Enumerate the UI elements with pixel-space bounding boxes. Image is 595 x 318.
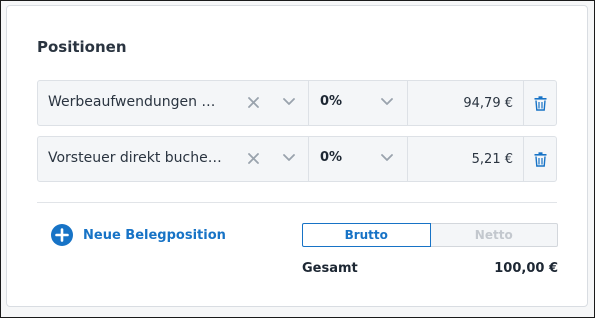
- delete-row-button[interactable]: [524, 137, 556, 181]
- amount-field[interactable]: 5,21 €: [408, 137, 524, 181]
- position-row: Vorsteuer direkt buchen abziehbare Vorst…: [37, 136, 557, 182]
- price-mode-toggle[interactable]: Brutto Netto: [302, 223, 558, 247]
- position-row: Werbeaufwendungen Werbeaufwendungen 0% 9…: [37, 80, 557, 126]
- plus-circle-icon[interactable]: [51, 224, 73, 246]
- total-value: 100,00 €: [494, 261, 558, 276]
- positions-card: Positionen Werbeaufwendungen Werbeaufwen…: [6, 5, 588, 307]
- tax-rate-value: 0%: [320, 94, 343, 109]
- tax-rate-value: 0%: [320, 150, 343, 165]
- chevron-down-icon[interactable]: [381, 98, 393, 106]
- netto-option[interactable]: Netto: [430, 223, 558, 247]
- chevron-down-icon[interactable]: [381, 154, 393, 162]
- category-value: Werbeaufwendungen Werbeaufwendungen: [48, 94, 228, 110]
- amount-value: 94,79 €: [463, 95, 513, 111]
- divider: [37, 202, 557, 203]
- chevron-down-icon[interactable]: [283, 98, 295, 106]
- amount-field[interactable]: 94,79 €: [408, 81, 524, 125]
- add-position-label: Neue Belegposition: [83, 227, 226, 243]
- amount-value: 5,21 €: [471, 151, 513, 167]
- section-title: Positionen: [37, 38, 127, 56]
- trash-icon[interactable]: [534, 151, 547, 167]
- trash-icon[interactable]: [534, 95, 547, 111]
- total-label: Gesamt: [302, 261, 358, 276]
- category-select[interactable]: Werbeaufwendungen Werbeaufwendungen: [38, 81, 309, 125]
- close-icon[interactable]: [248, 97, 259, 108]
- tax-rate-select[interactable]: 0%: [309, 81, 408, 125]
- brutto-option[interactable]: Brutto: [302, 223, 431, 247]
- add-position-button[interactable]: Neue Belegposition: [51, 224, 226, 246]
- category-value: Vorsteuer direkt buchen abziehbare Vorst…: [48, 150, 228, 166]
- delete-row-button[interactable]: [524, 81, 556, 125]
- chevron-down-icon[interactable]: [283, 154, 295, 162]
- close-icon[interactable]: [248, 153, 259, 164]
- category-select[interactable]: Vorsteuer direkt buchen abziehbare Vorst…: [38, 137, 309, 181]
- tax-rate-select[interactable]: 0%: [309, 137, 408, 181]
